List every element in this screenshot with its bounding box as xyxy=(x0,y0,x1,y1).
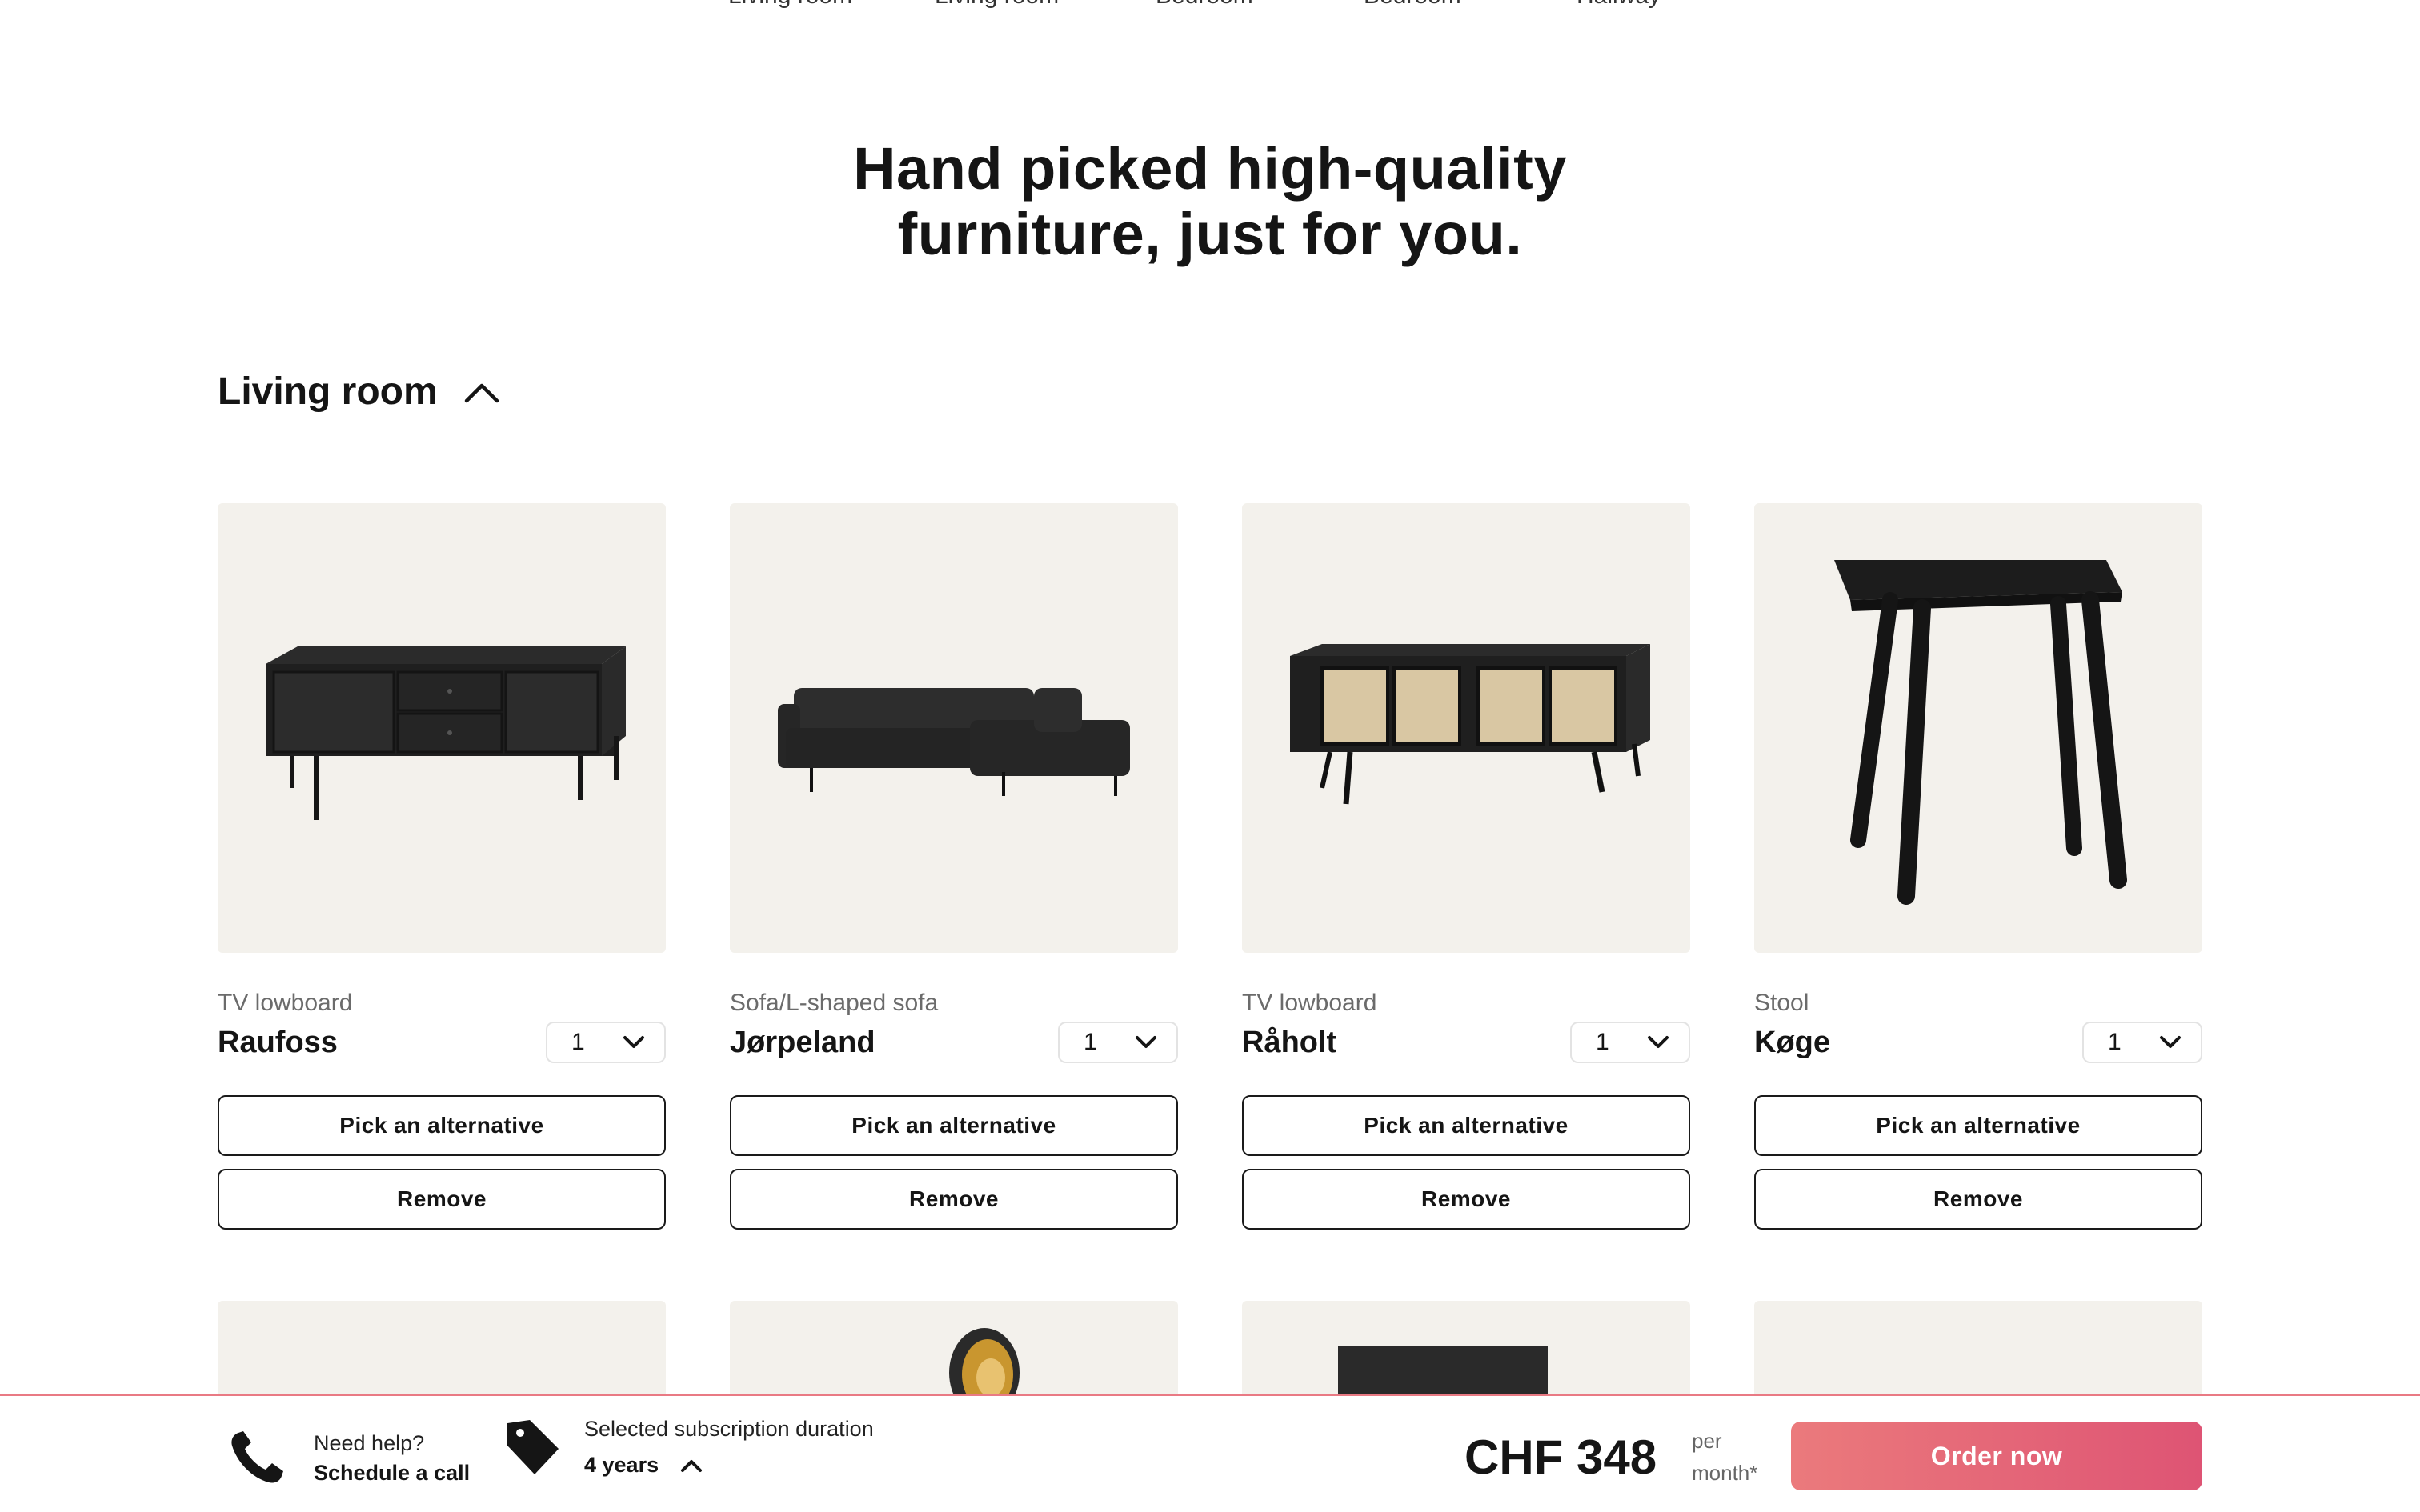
chevron-up-icon xyxy=(464,383,499,402)
section-toggle-living-room[interactable]: Living room xyxy=(218,370,500,414)
headline-line-2: furniture, just for you. xyxy=(897,201,1523,267)
remove-button[interactable]: Remove xyxy=(1242,1169,1690,1230)
pick-alternative-button[interactable]: Pick an alternative xyxy=(218,1095,666,1156)
quantity-select[interactable]: 1 xyxy=(1058,1022,1178,1063)
headline-line-1: Hand picked high-quality xyxy=(853,135,1567,202)
product-name: Råholt xyxy=(1242,1025,1337,1059)
room-tab[interactable]: Hallway xyxy=(1577,0,1661,10)
product-image[interactable] xyxy=(218,503,666,953)
chevron-down-icon xyxy=(1648,1036,1669,1048)
product-card: Sofa/L-shaped sofa Jørpeland 1 Pick an a… xyxy=(730,503,1178,1230)
pick-alternative-button[interactable]: Pick an alternative xyxy=(730,1095,1178,1156)
order-now-button[interactable]: Order now xyxy=(1791,1422,2202,1490)
room-tab[interactable]: Living room xyxy=(935,0,1059,10)
pick-alternative-button[interactable]: Pick an alternative xyxy=(1242,1095,1690,1156)
subscription-selector[interactable]: Selected subscription duration 4 years xyxy=(504,1417,874,1478)
chevron-up-icon[interactable] xyxy=(679,1458,703,1474)
product-card: TV lowboard Råholt 1 Pick an alternative… xyxy=(1242,503,1690,1230)
product-card: Stool Køge 1 Pick an alternative Remove xyxy=(1754,503,2202,1230)
quantity-select[interactable]: 1 xyxy=(1570,1022,1690,1063)
stool-image xyxy=(1834,560,2127,905)
quantity-select[interactable]: 1 xyxy=(546,1022,666,1063)
price-period-line-2: month* xyxy=(1692,1461,1758,1485)
price-period-line-1: per xyxy=(1692,1429,1722,1453)
page-headline: Hand picked high-quality furniture, just… xyxy=(0,136,2420,267)
price-tag-icon xyxy=(507,1420,559,1474)
phone-icon xyxy=(231,1431,283,1483)
quantity-value: 1 xyxy=(2108,1029,2122,1055)
schedule-call-link[interactable]: Schedule a call xyxy=(314,1461,470,1486)
chevron-down-icon xyxy=(623,1036,644,1048)
monthly-price: CHF 348 xyxy=(1464,1430,1657,1484)
quantity-value: 1 xyxy=(1596,1029,1609,1055)
help-label: Need help? xyxy=(314,1431,425,1455)
page: Living room Living room Bedroom Bedroom … xyxy=(0,0,2420,1512)
room-tab[interactable]: Bedroom xyxy=(1156,0,1253,10)
room-tab[interactable]: Bedroom xyxy=(1364,0,1461,10)
product-name: Køge xyxy=(1754,1025,1830,1059)
remove-button[interactable]: Remove xyxy=(1754,1169,2202,1230)
product-image[interactable] xyxy=(1754,503,2202,953)
product-category: TV lowboard xyxy=(218,990,353,1016)
product-name: Raufoss xyxy=(218,1025,338,1059)
remove-button[interactable]: Remove xyxy=(730,1169,1178,1230)
product-category: Stool xyxy=(1754,990,1809,1016)
product-category: Sofa/L-shaped sofa xyxy=(730,990,939,1016)
sofa-image xyxy=(778,688,1130,796)
remove-button[interactable]: Remove xyxy=(218,1169,666,1230)
product-category: TV lowboard xyxy=(1242,990,1377,1016)
chevron-down-icon xyxy=(2160,1036,2181,1048)
quantity-select[interactable]: 1 xyxy=(2082,1022,2202,1063)
quantity-value: 1 xyxy=(571,1029,585,1055)
room-tab[interactable]: Living room xyxy=(728,0,852,10)
rattan-lowboard-image xyxy=(1290,644,1650,805)
product-name: Jørpeland xyxy=(730,1025,875,1059)
tv-lowboard-image xyxy=(266,646,626,820)
product-card: TV lowboard Raufoss 1 Pick an alternativ… xyxy=(218,503,666,1230)
pick-alternative-button[interactable]: Pick an alternative xyxy=(1754,1095,2202,1156)
product-image[interactable] xyxy=(1242,503,1690,953)
subscription-value: 4 years xyxy=(584,1453,659,1477)
chevron-down-icon xyxy=(1136,1036,1156,1048)
subscription-label: Selected subscription duration xyxy=(584,1417,874,1441)
section-title: Living room xyxy=(218,370,438,413)
quantity-value: 1 xyxy=(1084,1029,1097,1055)
price-period: per month* xyxy=(1692,1425,1757,1489)
help-link[interactable]: Need help? Schedule a call xyxy=(226,1428,470,1489)
product-image[interactable] xyxy=(730,503,1178,953)
order-bar: Need help? Schedule a call Selected subs… xyxy=(0,1394,2420,1512)
